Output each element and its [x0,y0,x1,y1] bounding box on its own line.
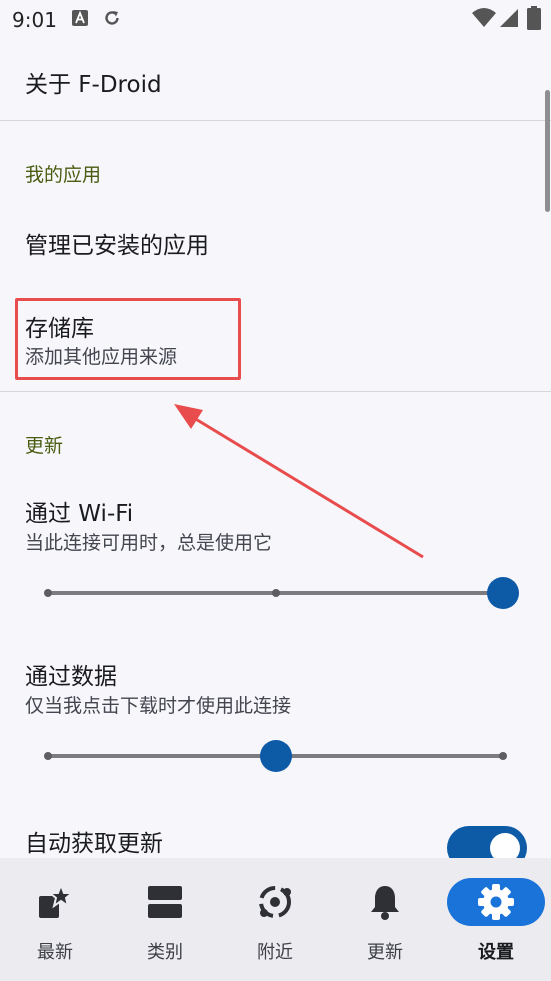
bottom-navigation: 最新 类别 附近 更新 设置 [0,858,551,981]
status-time: 9:01 [12,8,57,32]
over-data-title: 通过数据 [25,664,117,690]
nav-nearby[interactable]: 附近 [220,858,330,981]
nav-updates-label: 更新 [367,942,403,963]
nav-nearby-label: 附近 [257,942,293,963]
nav-latest[interactable]: 最新 [0,858,110,981]
nav-categories-label: 类别 [147,942,183,963]
nav-settings-label: 设置 [478,942,514,963]
slider-tick [499,752,507,760]
category-updates: 更新 [25,435,64,457]
status-bar: 9:01 [0,0,551,38]
wifi-icon [472,8,496,32]
over-data-slider[interactable] [44,739,507,773]
latest-icon [17,878,93,926]
over-data-summary: 仅当我点击下载时才使用此连接 [25,695,292,717]
auto-fetch-title: 自动获取更新 [25,831,163,857]
nav-updates[interactable]: 更新 [330,858,440,981]
battery-icon [527,6,541,34]
bell-icon [347,878,423,926]
cellular-icon [499,8,519,32]
over-wifi-summary: 当此连接可用时，总是使用它 [25,532,273,554]
divider [0,120,551,121]
slider-tick [44,752,52,760]
over-wifi-title: 通过 Wi-Fi [25,501,134,527]
nav-settings[interactable]: 设置 [441,858,551,981]
divider [0,391,551,392]
over-wifi-slider[interactable] [44,576,519,610]
slider-tick [44,589,52,597]
scrollbar[interactable] [545,90,550,212]
settings-gear-icon [447,878,545,926]
nearby-icon [237,878,313,926]
slider-tick [271,589,280,597]
category-my-apps: 我的应用 [25,164,102,186]
nav-categories[interactable]: 类别 [110,858,220,981]
about-fdroid-item[interactable]: 关于 F-Droid [25,65,162,99]
manage-installed-apps-item[interactable]: 管理已安装的应用 [25,226,209,260]
sync-icon [103,9,121,31]
slider-thumb[interactable] [487,577,519,609]
categories-icon [127,878,203,926]
settings-screen: 9:01 关于 F-Droid 我的应用 管理已安装的应用 存储库 添加其他应用… [0,0,551,981]
nav-latest-label: 最新 [37,942,73,963]
a-notification-icon [72,9,88,31]
repositories-highlight-box [15,298,241,380]
slider-thumb[interactable] [259,740,292,772]
